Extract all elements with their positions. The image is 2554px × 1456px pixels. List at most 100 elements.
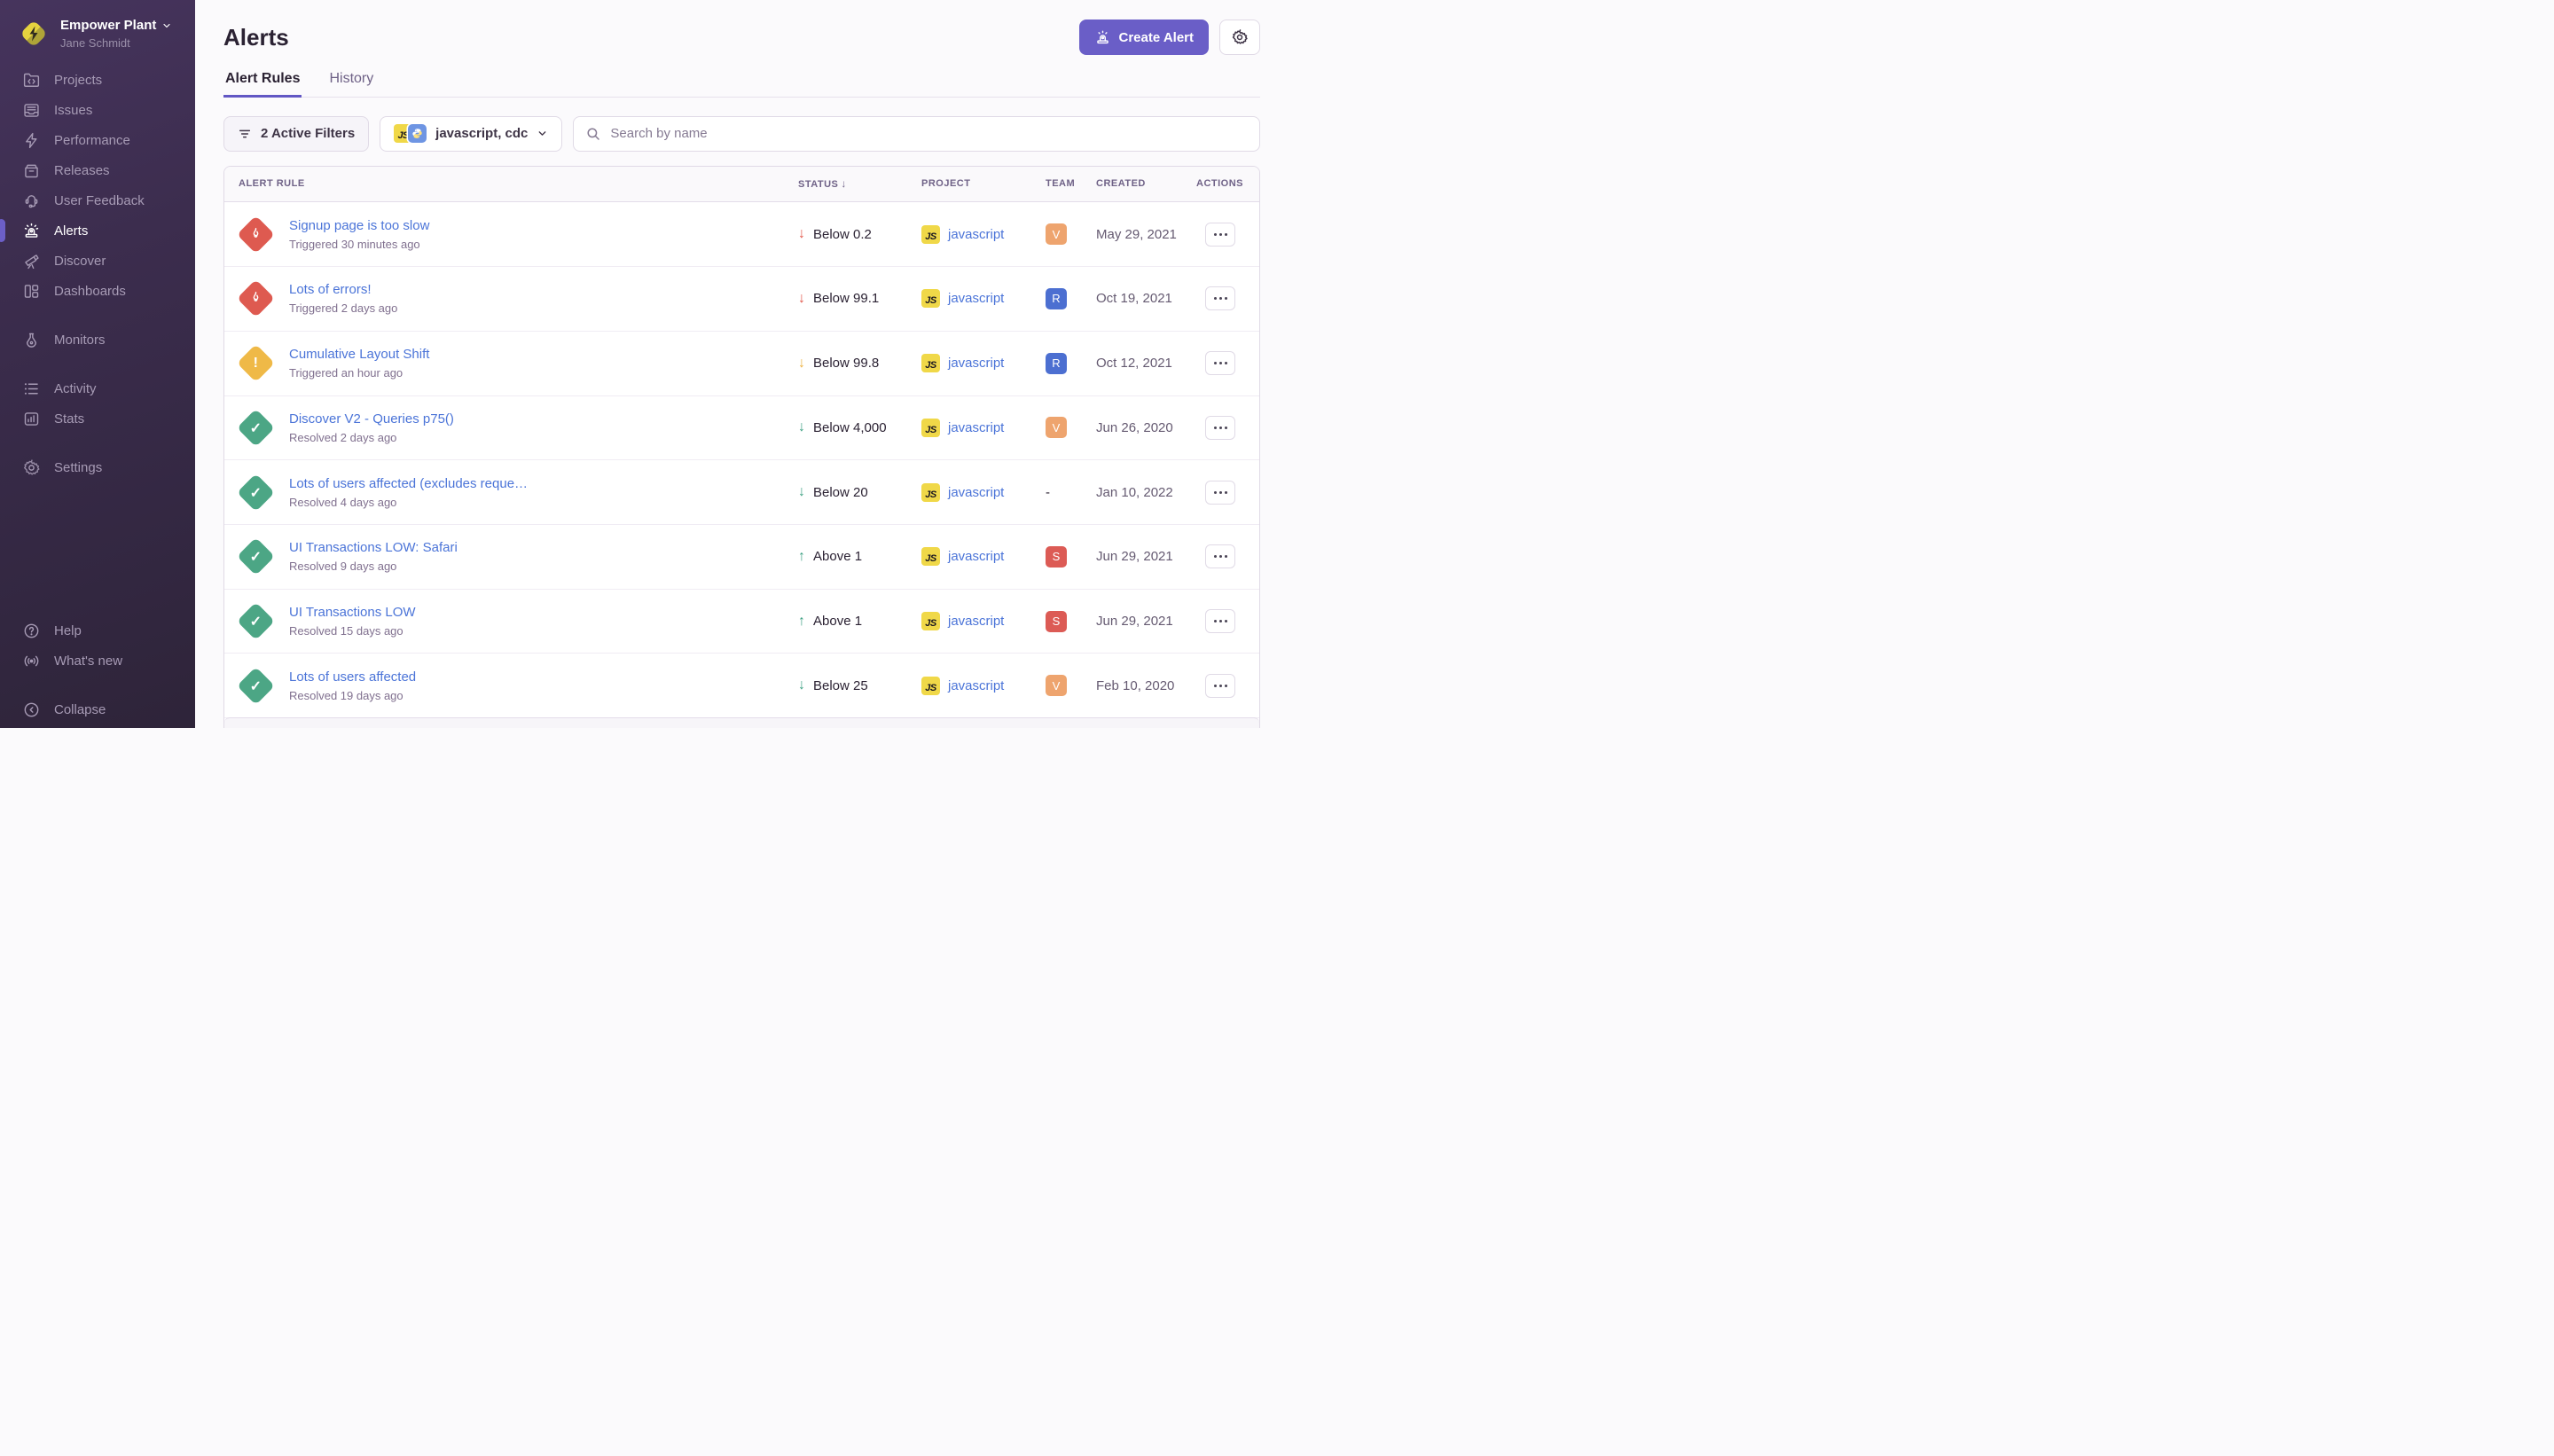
alerts-icon: [22, 222, 41, 240]
sidebar-item-releases[interactable]: Releases: [0, 155, 195, 185]
alert-rule-link[interactable]: Lots of users affected: [289, 669, 416, 685]
created-date: Oct 19, 2021: [1096, 291, 1196, 306]
project-link[interactable]: javascript: [948, 227, 1004, 242]
issues-icon: [22, 101, 41, 120]
row-actions-button[interactable]: [1205, 416, 1235, 440]
alert-rule-link[interactable]: Discover V2 - Queries p75(): [289, 411, 454, 427]
alert-rule-trigger-text: Resolved 2 days ago: [289, 431, 454, 444]
sidebar-item-label: Alerts: [54, 223, 88, 239]
active-filters-button[interactable]: 2 Active Filters: [223, 116, 369, 152]
alert-severity-icon: !: [237, 344, 275, 382]
sidebar-item-whats-new[interactable]: What's new: [0, 646, 195, 676]
discover-icon: [22, 252, 41, 270]
table-header-row: Alert Rule Status↓ Project Team Created …: [224, 167, 1259, 203]
column-header-team: Team: [1046, 178, 1096, 189]
alert-rules-table: Alert Rule Status↓ Project Team Created …: [223, 166, 1260, 729]
alert-severity-icon: ✓: [237, 602, 275, 640]
project-selector[interactable]: JS javascript, cdc: [380, 116, 562, 152]
alert-rule-trigger-text: Triggered 2 days ago: [289, 301, 397, 315]
trend-arrow-icon: ↓: [798, 356, 805, 372]
create-alert-button[interactable]: Create Alert: [1079, 20, 1209, 55]
alert-rule-link[interactable]: Cumulative Layout Shift: [289, 347, 429, 362]
project-link[interactable]: javascript: [948, 549, 1004, 564]
broadcast-icon: [22, 652, 41, 670]
team-badge: V: [1046, 417, 1067, 438]
column-header-status[interactable]: Status↓: [798, 177, 921, 190]
help-icon: [22, 622, 41, 640]
project-link[interactable]: javascript: [948, 291, 1004, 306]
sidebar-footer: Help What's new Collapse: [0, 615, 195, 728]
team-badge: R: [1046, 288, 1067, 309]
siren-icon: [1094, 29, 1111, 46]
alert-severity-icon: ✓: [237, 537, 275, 575]
sidebar-item-monitors[interactable]: Monitors: [0, 325, 195, 355]
project-link[interactable]: javascript: [948, 420, 1004, 435]
sidebar-item-user-feedback[interactable]: User Feedback: [0, 185, 195, 215]
stats-icon: [22, 410, 41, 428]
team-badge: V: [1046, 223, 1067, 245]
alert-rule-trigger-text: Resolved 15 days ago: [289, 624, 416, 638]
sidebar-item-settings[interactable]: Settings: [0, 452, 195, 482]
settings-button[interactable]: [1219, 20, 1260, 55]
tab-alert-rules[interactable]: Alert Rules: [223, 71, 302, 98]
sidebar-item-projects[interactable]: Projects: [0, 65, 195, 95]
created-date: Feb 10, 2020: [1096, 678, 1196, 693]
row-actions-button[interactable]: [1205, 609, 1235, 633]
filter-bar: 2 Active Filters JS javascript, cdc: [223, 116, 1260, 152]
row-actions-button[interactable]: [1205, 544, 1235, 568]
org-logo-icon: [18, 18, 50, 50]
alert-severity-icon: ✓: [237, 667, 275, 705]
alert-rule-link[interactable]: UI Transactions LOW: [289, 605, 416, 620]
user-feedback-icon: [22, 192, 41, 210]
table-row: ✓ Lots of users affectedResolved 19 days…: [224, 654, 1259, 718]
filter-icon: [238, 127, 252, 141]
alert-rule-link[interactable]: UI Transactions LOW: Safari: [289, 540, 458, 555]
trend-arrow-icon: ↓: [798, 484, 805, 500]
project-link[interactable]: javascript: [948, 485, 1004, 500]
javascript-platform-icon: JS: [921, 677, 940, 695]
sidebar-nav: Projects Issues Performance Releases Use…: [0, 65, 195, 482]
sidebar-item-help[interactable]: Help: [0, 615, 195, 646]
created-date: Jun 29, 2021: [1096, 549, 1196, 564]
sidebar-item-collapse[interactable]: Collapse: [0, 694, 195, 724]
trend-arrow-icon: ↓: [798, 677, 805, 693]
row-actions-button[interactable]: [1205, 481, 1235, 505]
sidebar-item-discover[interactable]: Discover: [0, 246, 195, 276]
status-value: Below 25: [813, 678, 868, 693]
javascript-platform-icon: JS: [921, 483, 940, 502]
alert-rule-link[interactable]: Lots of users affected (excludes reque…: [289, 476, 528, 491]
sidebar-item-issues[interactable]: Issues: [0, 95, 195, 125]
alert-rule-link[interactable]: Signup page is too slow: [289, 218, 429, 233]
sidebar-item-label: Discover: [54, 254, 106, 269]
search-input[interactable]: [573, 116, 1260, 152]
row-actions-button[interactable]: [1205, 351, 1235, 375]
alert-rule-link[interactable]: Lots of errors!: [289, 282, 397, 297]
status-value: Below 99.8: [813, 356, 879, 371]
row-actions-button[interactable]: [1205, 674, 1235, 698]
org-switcher[interactable]: Empower Plant Jane Schmidt: [0, 0, 195, 51]
status-value: Below 99.1: [813, 291, 879, 306]
project-link[interactable]: javascript: [948, 614, 1004, 629]
chevron-down-icon: [537, 128, 548, 139]
javascript-platform-icon: JS: [921, 547, 940, 566]
alert-severity-icon: ✓: [237, 409, 275, 447]
project-link[interactable]: javascript: [948, 678, 1004, 693]
sidebar-item-activity[interactable]: Activity: [0, 373, 195, 403]
row-actions-button[interactable]: [1205, 223, 1235, 247]
sidebar-item-alerts[interactable]: Alerts: [0, 215, 195, 246]
search-icon: [585, 126, 601, 142]
sidebar-item-label: Projects: [54, 73, 102, 88]
alert-rule-trigger-text: Resolved 4 days ago: [289, 496, 528, 509]
row-actions-button[interactable]: [1205, 286, 1235, 310]
sidebar-item-dashboards[interactable]: Dashboards: [0, 276, 195, 306]
tab-history[interactable]: History: [327, 71, 375, 97]
sidebar-item-label: Activity: [54, 381, 97, 396]
sidebar-item-performance[interactable]: Performance: [0, 125, 195, 155]
status-value: Below 0.2: [813, 227, 872, 242]
javascript-platform-icon: JS: [921, 612, 940, 630]
sort-desc-icon: ↓: [841, 177, 847, 190]
project-link[interactable]: javascript: [948, 356, 1004, 371]
column-header-actions: Actions: [1196, 178, 1259, 189]
sidebar-item-stats[interactable]: Stats: [0, 403, 195, 434]
status-value: Below 4,000: [813, 420, 887, 435]
